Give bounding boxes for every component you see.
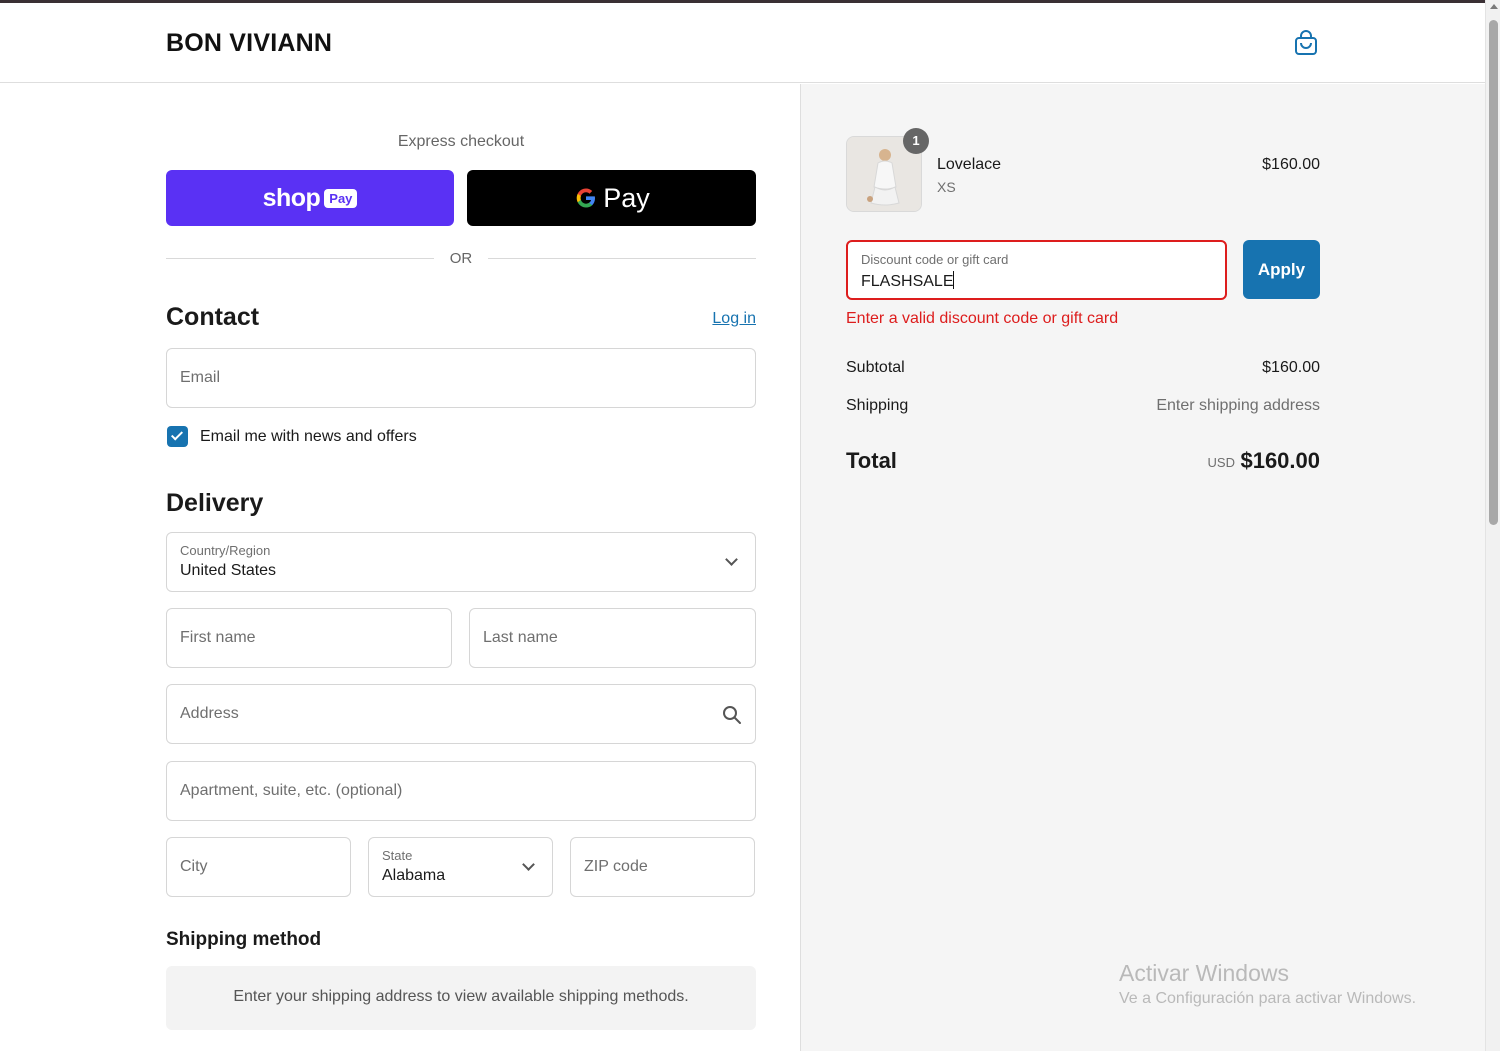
address-placeholder: Address [180,705,239,722]
state-value: Alabama [382,867,446,884]
apartment-field[interactable]: Apartment, suite, etc. (optional) [166,761,756,821]
apartment-placeholder: Apartment, suite, etc. (optional) [180,782,403,799]
discount-label: Discount code or gift card [861,252,1009,267]
subtotal-label: Subtotal [846,359,905,376]
chevron-down-icon [725,553,738,566]
windows-activation-title: Activar Windows [1119,960,1289,986]
shipping-methods-notice: Enter your shipping address to view avai… [166,966,756,1030]
shop-pay-button[interactable]: shop Pay [166,170,454,226]
google-pay-label: Pay [603,182,650,213]
google-g-icon [576,188,596,208]
email-field[interactable]: Email [166,348,756,408]
shipping-methods-message: Enter your shipping address to view avai… [233,988,689,1005]
subtotal-value: $160.00 [1262,359,1320,376]
express-checkout-label: Express checkout [397,133,525,150]
divider-line-right [488,258,756,259]
apply-button[interactable]: Apply [1243,240,1320,299]
first-name-placeholder: First name [180,629,256,646]
state-select[interactable]: State Alabama [368,837,553,897]
total-value: $160.00 [1240,448,1320,473]
vertical-scrollbar[interactable] [1485,0,1500,1051]
scrollbar-thumb[interactable] [1489,20,1498,525]
newsletter-label[interactable]: Email me with news and offers [200,428,417,446]
city-placeholder: City [180,858,208,875]
discount-code-field[interactable]: Discount code or gift card FLASHSALE [846,240,1227,300]
scroll-up-arrow-icon[interactable] [1490,4,1498,9]
email-placeholder: Email [180,369,221,386]
discount-value: FLASHSALE [861,271,955,290]
checkmark-icon [170,428,184,441]
shipping-label: Shipping [846,397,909,414]
checkout-form: Express checkout shop Pay Pay OR Contact… [0,84,801,1051]
or-divider: OR [166,249,756,269]
last-name-field[interactable]: Last name [469,608,756,668]
shipping-value: Enter shipping address [1156,397,1320,414]
country-value: United States [180,562,277,579]
discount-error-message: Enter a valid discount code or gift card [846,310,1119,327]
google-pay-button[interactable]: Pay [467,170,756,226]
order-summary: 1 Lovelace XS $160.00 Discount code or g… [801,84,1485,1051]
address-field[interactable]: Address [166,684,756,744]
newsletter-checkbox[interactable] [167,426,188,447]
city-field[interactable]: City [166,837,351,897]
chevron-down-icon [522,858,535,871]
delivery-heading: Delivery [166,489,264,517]
zip-code-placeholder: ZIP code [584,858,648,875]
shop-pay-wordmark: shop [262,183,321,212]
windows-activation-subtitle: Ve a Configuración para activar Windows. [1119,990,1417,1007]
site-header: BON VIVIANN [0,3,1485,83]
zip-code-field[interactable]: ZIP code [570,837,755,897]
log-in-link[interactable]: Log in [690,310,756,328]
state-label: State [382,848,413,863]
contact-heading: Contact [166,303,260,331]
country-select[interactable]: Country/Region United States [166,532,756,592]
last-name-placeholder: Last name [483,629,558,646]
country-label: Country/Region [180,543,271,558]
product-variant: XS [937,179,956,195]
shopping-bag-icon[interactable] [1292,29,1320,57]
text-cursor [953,271,955,289]
total-label: Total [846,448,897,473]
shop-pay-badge: Pay [324,188,358,208]
product-price: $160.00 [1262,156,1320,173]
store-logo[interactable]: BON VIVIANN [166,29,332,58]
first-name-field[interactable]: First name [166,608,452,668]
shipping-method-heading: Shipping method [166,929,322,950]
search-icon[interactable] [722,705,742,725]
product-name: Lovelace [937,156,1002,173]
quantity-badge: 1 [903,128,929,154]
